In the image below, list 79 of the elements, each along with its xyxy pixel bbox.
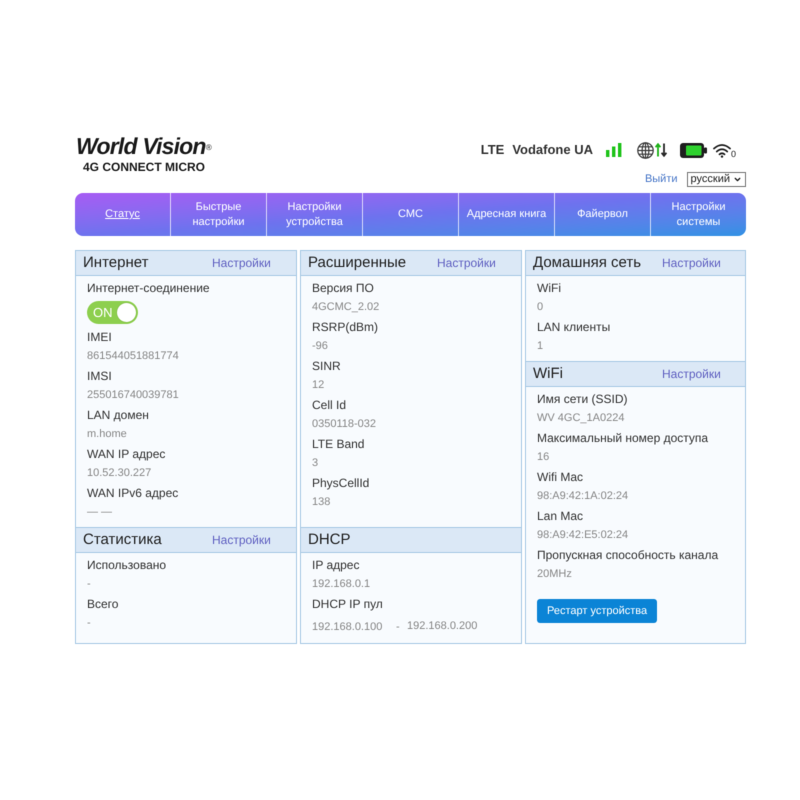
field-label: Пропускная способность канала	[537, 547, 720, 564]
settings-link[interactable]: Настройки	[437, 255, 496, 271]
brand-logo: World Vision$^{®}$	[75, 135, 211, 158]
panel-title: DHCP	[308, 530, 352, 550]
panel-title: Статистика	[83, 530, 163, 550]
field-value: WV 4GC_1A0224	[537, 411, 624, 426]
nav-tab[interactable]: Адресная книга	[458, 193, 554, 236]
field-label: RSRP(dBm)	[312, 319, 380, 336]
logout-link[interactable]: Выйти	[644, 174, 678, 184]
signal-bars-icon	[606, 143, 622, 157]
field-value: 20MHz	[537, 567, 572, 582]
panel-title: Домашняя сеть	[533, 253, 642, 273]
field-value: 0	[537, 300, 544, 315]
field-value: 12	[312, 378, 324, 393]
field-value: -	[87, 577, 91, 592]
field-label: IMEI	[87, 329, 113, 346]
nav-tab[interactable]: СМС	[362, 193, 458, 236]
language-select[interactable]: русский	[686, 172, 746, 186]
field-value: 0350118-032	[312, 417, 376, 432]
field-label: Cell Id	[312, 397, 348, 414]
field-value: 255016740039781	[87, 388, 179, 403]
field-label: WAN IP адрес	[87, 446, 166, 463]
range-start-value: 192.168.0.100	[312, 621, 382, 633]
field-label: Версия ПО	[312, 280, 375, 297]
field-value: 192.168.0.1	[312, 577, 370, 592]
globe-icon	[636, 142, 654, 158]
field-value: — —	[87, 505, 112, 520]
nav-tab[interactable]: Статус	[75, 193, 170, 236]
field-value: m.home	[87, 427, 127, 442]
panel-title: WiFi	[533, 364, 564, 384]
nav-tab[interactable]: Файервол	[554, 193, 650, 236]
field-value: 3	[312, 456, 318, 471]
field-value: 10.52.30.227	[87, 466, 152, 481]
product-name: 4G CONNECT MICRO	[82, 161, 206, 173]
nav-tab[interactable]: Настройки устройства	[266, 193, 362, 236]
field-label: IMSI	[87, 368, 113, 385]
wifi-client-count: 0	[730, 150, 736, 158]
range-end-value: 192.168.0.200	[407, 618, 478, 634]
operator-name: Vodafone UA	[512, 141, 593, 160]
field-value: 1	[537, 339, 544, 354]
battery-icon	[680, 142, 707, 158]
field-label: LTE Band	[312, 436, 366, 453]
field-value: 16	[537, 450, 550, 465]
field-label: Интернет-соединение	[87, 280, 211, 297]
field-label: LAN клиенты	[537, 319, 612, 336]
field-value: 861544051881774	[87, 349, 179, 364]
field-value: -96	[312, 339, 328, 354]
settings-link[interactable]: Настройки	[662, 255, 721, 271]
settings-link[interactable]: Настройки	[212, 532, 271, 548]
wifi-icon	[712, 142, 731, 158]
field-label: Использовано	[87, 557, 168, 574]
field-label: SINR	[312, 358, 342, 375]
field-value: 4GCMC_2.02	[312, 300, 380, 315]
range-separator: -	[396, 621, 400, 633]
field-label: Lan Mac	[537, 508, 584, 525]
panel-title: Расширенные	[308, 253, 408, 273]
up-down-arrows-icon	[654, 143, 667, 157]
caret-icon	[733, 174, 742, 184]
panel-title: Интернет	[83, 253, 150, 273]
restart-button[interactable]: Рестарт устройства	[537, 599, 658, 623]
network-type: LTE	[480, 141, 504, 160]
nav-tab[interactable]: Настройки системы	[650, 193, 746, 236]
field-value: 98:A9:42:E5:02:24	[537, 528, 628, 543]
field-label: WiFi	[537, 280, 562, 297]
field-value: 138	[312, 495, 330, 510]
field-label: DHCP IP пул	[312, 596, 384, 613]
settings-link[interactable]: Настройки	[662, 366, 721, 382]
field-label: Wifi Mac	[537, 469, 584, 486]
field-label: Всего	[87, 596, 120, 613]
field-label: Имя сети (SSID)	[537, 391, 629, 408]
settings-link[interactable]: Настройки	[212, 255, 271, 271]
field-label: PhysCellId	[312, 475, 370, 492]
field-value: 98:A9:42:1A:02:24	[537, 489, 628, 504]
field-label: IP адрес	[312, 557, 360, 574]
field-label: LAN домен	[87, 407, 150, 424]
nav-tab[interactable]: Быстрые настройки	[170, 193, 266, 236]
field-label: WAN IPv6 адрес	[87, 485, 180, 502]
field-value: -	[87, 616, 91, 631]
field-label: Максимальный номер доступа	[537, 430, 710, 447]
